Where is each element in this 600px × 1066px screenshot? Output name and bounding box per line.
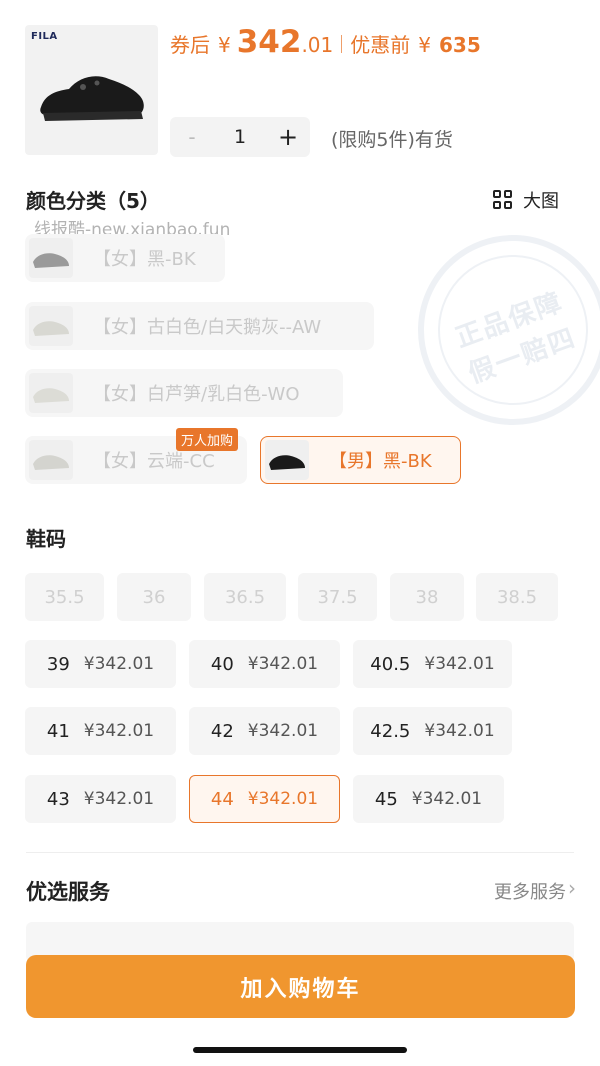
size-option-disabled: 35.5: [25, 573, 104, 621]
decrease-button[interactable]: -: [170, 125, 214, 149]
size-price: ¥342.01: [247, 654, 319, 674]
size-option-41[interactable]: 41 ¥342.01: [25, 707, 176, 755]
size-price: ¥342.01: [83, 721, 155, 741]
size-label: 42.5: [370, 720, 411, 742]
size-price: ¥342.01: [247, 789, 319, 809]
increase-button[interactable]: +: [266, 123, 310, 151]
size-option-40[interactable]: 40 ¥342.01: [189, 640, 340, 688]
currency-symbol: ¥: [218, 33, 231, 57]
original-price-label: 优惠前: [350, 33, 411, 57]
size-option-disabled: 38.5: [476, 573, 558, 621]
size-option-40-5[interactable]: 40.5 ¥342.01: [353, 640, 512, 688]
original-currency-symbol: ¥: [418, 33, 431, 57]
color-option-label: 【女】白芦笋/乳白色-WO: [93, 384, 300, 405]
color-swatch: [29, 306, 73, 346]
color-swatch: [265, 440, 309, 480]
color-option-women-aw[interactable]: 【女】古白色/白天鹅灰--AW: [25, 302, 374, 350]
size-label: 42: [210, 720, 234, 742]
popular-badge: 万人加购: [176, 428, 239, 451]
size-option-disabled: 36: [117, 573, 191, 621]
size-price: ¥342.01: [83, 654, 155, 674]
size-label: 40: [210, 653, 234, 675]
size-option-44[interactable]: 44 ¥342.01: [189, 775, 340, 823]
stock-status: (限购5件)有货: [331, 129, 453, 151]
shoe-image: [40, 76, 144, 121]
color-section-title: 颜色分类（5）: [26, 189, 160, 213]
color-swatch: [29, 440, 73, 480]
size-label: 39: [46, 653, 70, 675]
size-price: ¥342.01: [424, 721, 495, 741]
size-label: 40.5: [370, 653, 411, 675]
product-thumbnail[interactable]: FILA: [25, 25, 158, 155]
color-option-women-black[interactable]: 【女】黑-BK: [25, 234, 225, 282]
size-price: ¥342.01: [411, 789, 483, 809]
size-option-43[interactable]: 43 ¥342.01: [25, 775, 176, 823]
quantity-stepper: - 1 +: [170, 117, 310, 157]
price-divider: [341, 35, 343, 53]
size-option-39[interactable]: 39 ¥342.01: [25, 640, 176, 688]
section-divider: [26, 852, 574, 853]
coupon-price-decimal: .01: [301, 33, 334, 57]
size-price: ¥342.01: [247, 721, 319, 741]
chevron-right-icon[interactable]: ›: [568, 876, 576, 900]
size-option-disabled: 36.5: [204, 573, 286, 621]
size-option-45[interactable]: 45 ¥342.01: [353, 775, 504, 823]
color-option-men-black[interactable]: 【男】黑-BK: [260, 436, 461, 484]
price-row: 券后 ¥ 342 .01 优惠前 ¥ 635: [170, 24, 481, 64]
color-option-label: 【女】黑-BK: [93, 249, 196, 270]
color-swatch: [29, 238, 73, 278]
authenticity-stamp: 正品保障 假一赔四: [391, 208, 600, 452]
color-option-label: 【男】黑-BK: [329, 451, 432, 472]
size-option-disabled: 38: [390, 573, 464, 621]
size-price: ¥342.01: [83, 789, 155, 809]
size-label: 45: [374, 788, 398, 810]
original-price: 635: [439, 33, 481, 57]
services-title: 优选服务: [26, 880, 110, 904]
size-price: ¥342.01: [424, 654, 495, 674]
color-option-label: 【女】古白色/白天鹅灰--AW: [93, 317, 322, 338]
color-option-women-wo[interactable]: 【女】白芦笋/乳白色-WO: [25, 369, 343, 417]
add-to-cart-button[interactable]: 加入购物车: [26, 955, 575, 1018]
size-option-42-5[interactable]: 42.5 ¥342.01: [353, 707, 512, 755]
big-picture-toggle[interactable]: 大图: [493, 187, 559, 213]
coupon-price: 342: [236, 24, 302, 60]
coupon-label: 券后: [170, 33, 210, 57]
home-indicator: [193, 1047, 407, 1053]
big-picture-label: 大图: [523, 191, 559, 212]
size-label: 44: [210, 788, 234, 810]
grid-icon: [493, 190, 513, 210]
size-option-disabled: 37.5: [298, 573, 377, 621]
more-services-link[interactable]: 更多服务: [494, 878, 566, 904]
brand-logo: FILA: [31, 31, 58, 42]
size-label: 43: [46, 788, 70, 810]
quantity-value[interactable]: 1: [214, 126, 266, 148]
size-label: 41: [46, 720, 70, 742]
size-section-title: 鞋码: [26, 527, 66, 551]
size-option-42[interactable]: 42 ¥342.01: [189, 707, 340, 755]
color-swatch: [29, 373, 73, 413]
